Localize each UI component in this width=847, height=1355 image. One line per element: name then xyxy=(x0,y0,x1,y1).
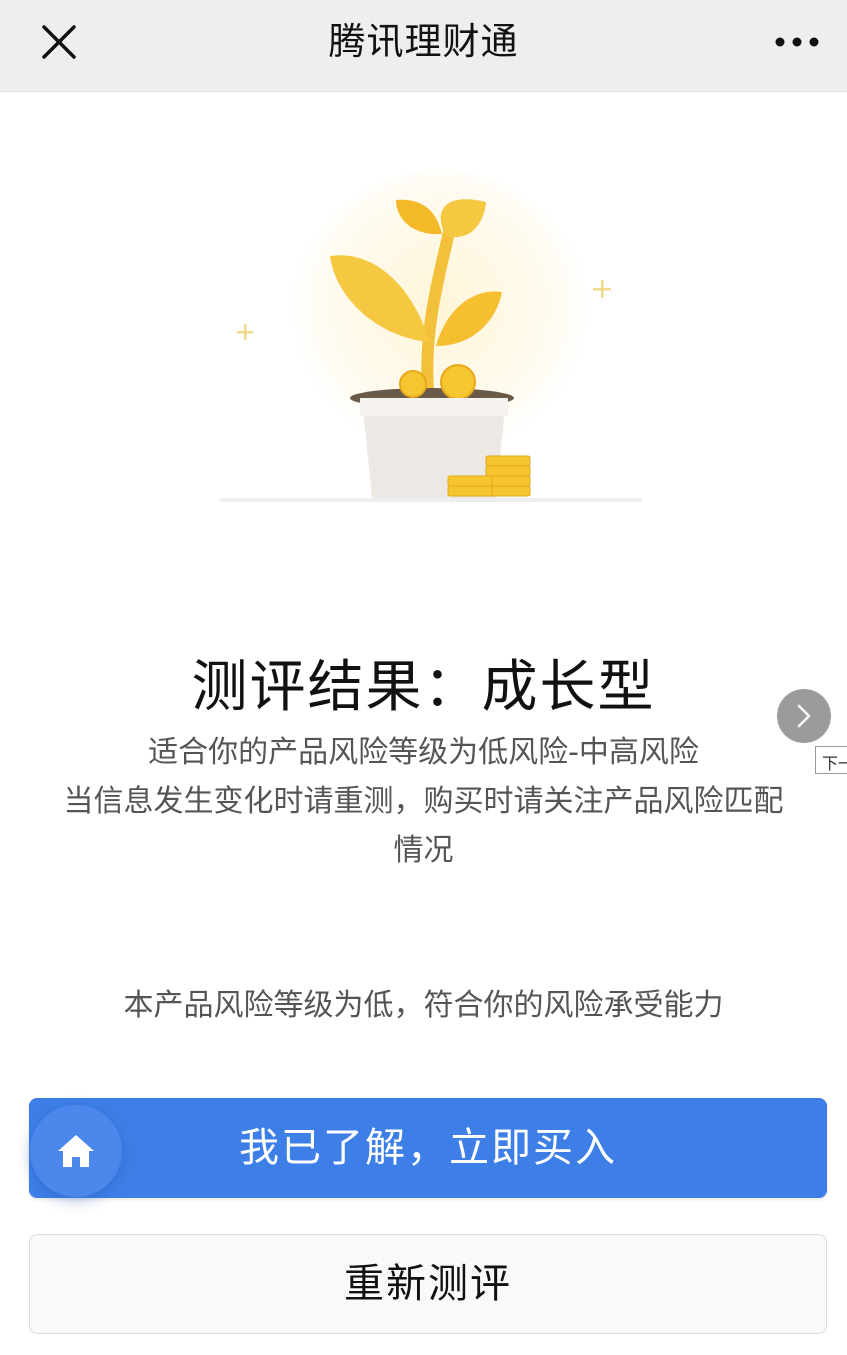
risk-match-note: 本产品风险等级为低，符合你的风险承受能力 xyxy=(123,988,724,1023)
more-dots-icon xyxy=(775,37,819,47)
top-navigation-bar: 腾讯理财通 xyxy=(0,0,847,92)
home-icon xyxy=(58,1135,94,1167)
next-button[interactable] xyxy=(777,689,831,743)
chevron-right-icon xyxy=(797,704,811,728)
next-tooltip: 下一 xyxy=(815,746,847,774)
result-title: 测评结果：成长型 xyxy=(191,655,656,720)
result-description-line: 情况 xyxy=(393,833,454,868)
retest-button[interactable]: 重新测评 xyxy=(29,1234,827,1334)
plant-coins-illustration xyxy=(220,170,642,502)
buy-now-button[interactable]: 我已了解，立即买入 xyxy=(29,1098,827,1198)
result-description-line: 当信息发生变化时请重测，购买时请关注产品风险匹配 xyxy=(63,784,784,819)
more-button[interactable] xyxy=(769,20,825,64)
result-description-line: 适合你的产品风险等级为低风险-中高风险 xyxy=(148,735,699,770)
home-button[interactable] xyxy=(30,1105,122,1197)
page-title: 腾讯理财通 xyxy=(328,20,519,63)
